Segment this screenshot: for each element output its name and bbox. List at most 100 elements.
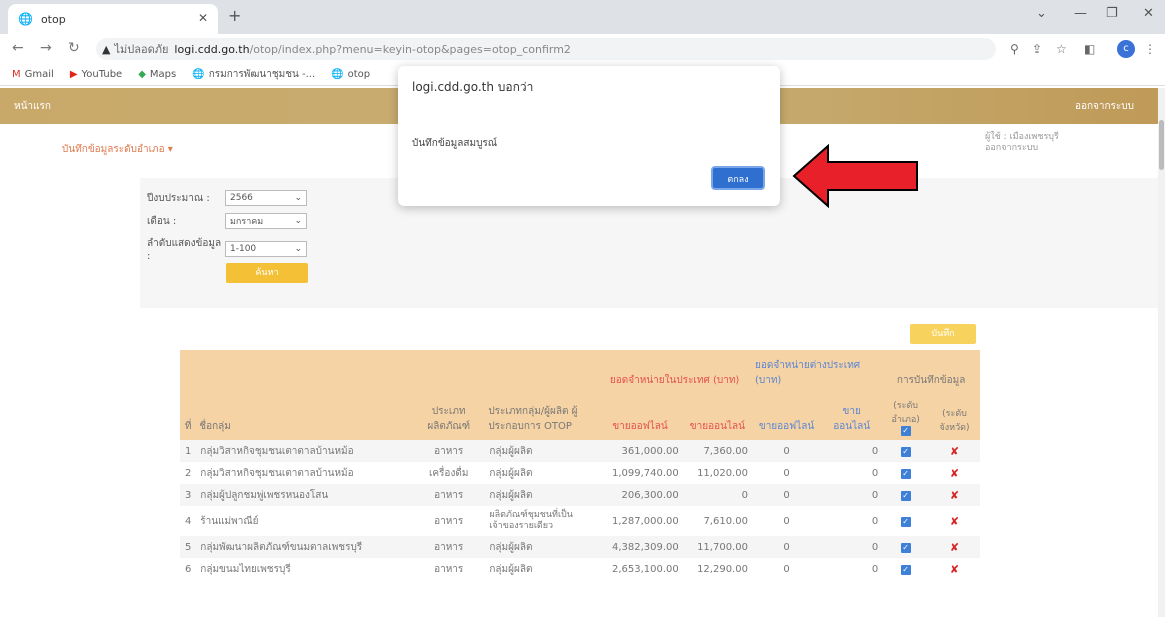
cell-offline: 1,099,740.00 (611, 467, 679, 479)
bookmark-maps[interactable]: ◆ Maps (138, 69, 176, 80)
insecure-label: ไม่ปลอดภัย (114, 43, 169, 56)
header-province: (ระดับจังหวัด) (929, 394, 980, 440)
checkbox[interactable]: ✓ (900, 468, 911, 479)
header-foreign-offline: ขายออฟไลน์ (751, 394, 822, 440)
logout-link[interactable]: ออกจากระบบ (1075, 99, 1134, 114)
month-filter-row: เดือน : มกราคม ⌄ (147, 213, 307, 229)
cell-type: อาหาร (434, 515, 464, 527)
cell-type: อาหาร (412, 440, 486, 462)
cell-group-name: ร้านแม่พาณีย์ (200, 515, 259, 527)
tab-title: otop (40, 12, 66, 26)
x-mark-icon: ✘ (949, 488, 960, 502)
scrollbar-thumb[interactable] (1159, 120, 1164, 170)
close-window-button[interactable]: ✕ (1143, 6, 1154, 21)
cell-type: อาหาร (412, 484, 486, 506)
cell-producer: กลุ่มผู้ผลิต (489, 467, 533, 479)
district-record-menu[interactable]: บันทึกข้อมูลระดับอำเภอ ▾ (62, 142, 173, 157)
cell-online: 11,700.00 (682, 536, 752, 558)
browser-tab[interactable]: 🌐 otop ✕ (8, 4, 218, 34)
back-button[interactable]: ← (12, 40, 24, 56)
share-icon[interactable]: ⇪ (1032, 42, 1042, 56)
cell-online: 11,020.00 (697, 467, 748, 479)
x-mark-icon: ✘ (949, 540, 960, 554)
cell-group-name: กลุ่มขนมไทยเพชรบุรี (200, 563, 291, 575)
cell-foreign-offline: 0 (751, 484, 822, 506)
cell-producer: กลุ่มผู้ผลิต (485, 484, 598, 506)
cell-online: 7,360.00 (682, 440, 752, 462)
user-info: ผู้ใช้ : เมืองเพชรบุรี ออกจากระบบ (985, 132, 1059, 154)
order-label: ลำดับแสดงข้อมูล : (147, 238, 222, 262)
bookmark-gmail[interactable]: M Gmail (12, 69, 54, 80)
dialog-message: บันทึกข้อมูลสมบูรณ์ (412, 138, 498, 149)
globe-icon: 🌐 (18, 12, 33, 26)
bookmark-youtube[interactable]: ▶ YouTube (70, 69, 122, 80)
star-icon[interactable]: ☆ (1056, 42, 1067, 56)
address-bar[interactable]: ▲ ไม่ปลอดภัย logi.cdd.go.th /otop/index.… (96, 38, 996, 60)
chevron-down-icon: ⌄ (294, 216, 302, 226)
cell-district-check: ✓ (882, 462, 929, 484)
cell-no: 2 (184, 467, 192, 479)
checkbox[interactable]: ✓ (900, 446, 911, 457)
home-link[interactable]: หน้าแรก (14, 99, 51, 114)
cell-offline: 361,000.00 (597, 440, 683, 462)
year-select[interactable]: 2566 ⌄ (225, 190, 307, 206)
year-filter-row: ปีงบประมาณ : 2566 ⌄ (147, 190, 307, 206)
cell-foreign-online: 0 (821, 440, 883, 462)
cell-province-status: ✘ (929, 558, 980, 580)
order-select[interactable]: 1-100 ⌄ (225, 241, 307, 257)
search-button[interactable]: ค้นหา (226, 263, 308, 283)
cell-foreign-online: 0 (871, 563, 879, 575)
warning-icon: ▲ (102, 42, 111, 56)
cell-foreign-offline: 0 (783, 563, 790, 575)
cell-foreign-online: 0 (871, 515, 879, 527)
restore-button[interactable]: ❐ (1106, 6, 1118, 21)
profile-avatar[interactable]: c (1117, 40, 1135, 58)
cell-producer: ผลิตภัณฑ์ชุมชนที่เป็นเจ้าของรายเดียว (489, 510, 573, 531)
otop-table: ยอดจำหน่ายในประเทศ (บาท) ยอดจำหน่ายต่างป… (180, 350, 980, 580)
cell-offline: 2,653,100.00 (611, 563, 679, 575)
checkbox-select-all[interactable]: ✓ (900, 426, 911, 436)
menu-kebab-icon[interactable]: ⋮ (1144, 42, 1156, 56)
maps-icon: ◆ (138, 69, 146, 80)
bookmark-otop[interactable]: 🌐 otop (331, 69, 370, 80)
bookmark-cdd[interactable]: 🌐 กรมการพัฒนาชุมชน -... (192, 67, 315, 82)
reload-button[interactable]: ↻ (68, 40, 80, 56)
cell-foreign-offline: 0 (783, 515, 790, 527)
cell-district-check: ✓ (882, 558, 929, 580)
chevron-down-icon: ⌄ (294, 244, 302, 254)
checkbox[interactable]: ✓ (900, 490, 911, 501)
cell-group-name: กลุ่มวิสาหกิจชุมชนเตาตาลบ้านหม้อ (196, 440, 413, 462)
checkbox[interactable]: ✓ (900, 542, 911, 553)
sidepanel-icon[interactable]: ◧ (1084, 42, 1095, 56)
header-domestic-offline: ขายออฟไลน์ (597, 394, 683, 440)
header-group-name: ชื่อกลุ่ม (196, 394, 413, 440)
cell-no: 3 (180, 484, 197, 506)
user-logout-link[interactable]: ออกจากระบบ (985, 143, 1059, 154)
checkbox[interactable]: ✓ (900, 564, 911, 575)
cell-district-check: ✓ (882, 536, 930, 558)
url-domain: logi.cdd.go.th (174, 42, 250, 56)
cell-offline: 1,287,000.00 (611, 515, 679, 527)
close-tab-icon[interactable]: ✕ (198, 11, 208, 25)
dialog-ok-button[interactable]: ตกลง (711, 166, 765, 190)
cell-province-status: ✘ (929, 536, 980, 558)
minimize-button[interactable]: — (1074, 6, 1087, 21)
save-button[interactable]: บันทึก (910, 324, 976, 344)
cell-no: 4 (184, 515, 192, 527)
header-producer-type: ประเภทกลุ่ม/ผู้ผลิต ผู้ประกอบการ OTOP (485, 394, 598, 440)
x-mark-icon: ✘ (949, 514, 960, 528)
checkbox[interactable]: ✓ (900, 516, 911, 527)
header-no: ที่ (180, 394, 197, 440)
cell-foreign-online: 0 (821, 536, 883, 558)
month-select[interactable]: มกราคม ⌄ (225, 213, 307, 229)
chevron-down-icon[interactable]: ⌄ (1036, 6, 1047, 21)
forward-button[interactable]: → (40, 40, 52, 56)
x-mark-icon: ✘ (949, 444, 960, 458)
table-row: 2 กลุ่มวิสาหกิจชุมชนเตาตาลบ้านหม้อ เครื่… (180, 462, 980, 484)
zoom-icon[interactable]: ⚲ (1010, 42, 1019, 56)
new-tab-button[interactable]: + (228, 6, 241, 25)
header-record: การบันทึกข้อมูล (882, 350, 980, 394)
globe-icon: 🌐 (192, 69, 205, 80)
cell-offline: 4,382,309.00 (597, 536, 683, 558)
chevron-down-icon: ⌄ (294, 193, 302, 203)
